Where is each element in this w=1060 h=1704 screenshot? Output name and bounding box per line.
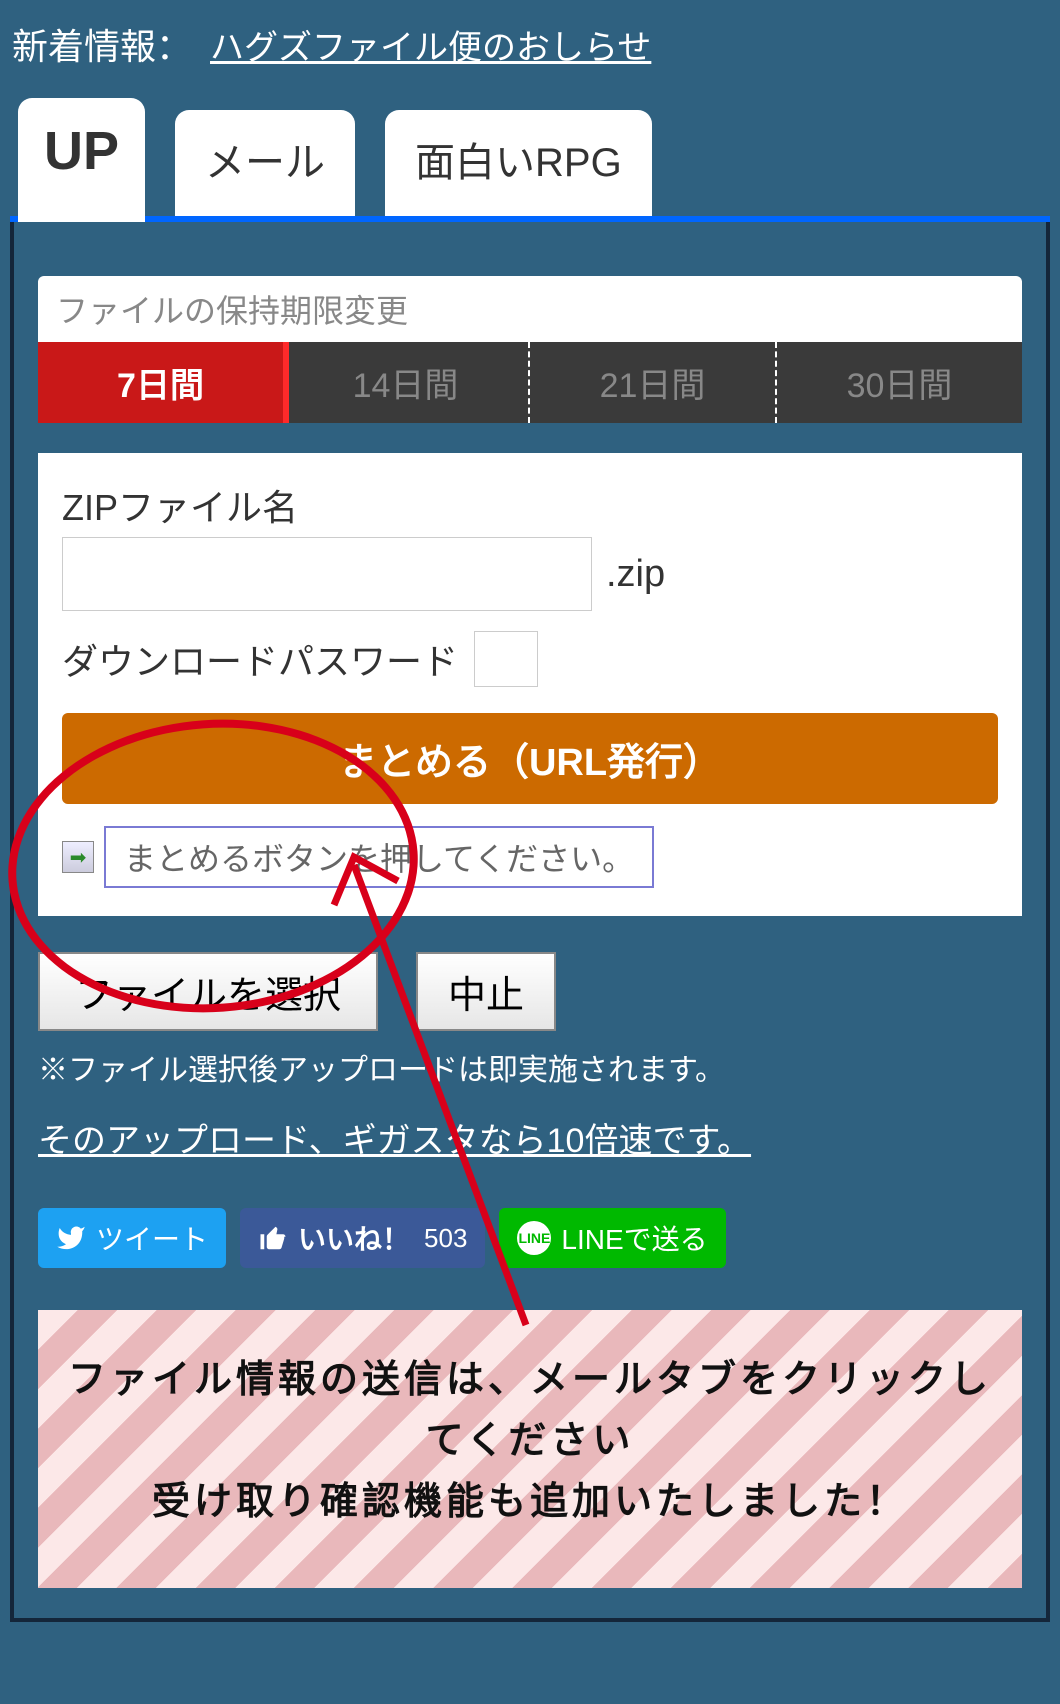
cancel-button[interactable]: 中止 [416,952,556,1031]
main-tabs: UP メール 面白いRPG [0,70,1060,216]
retention-14d[interactable]: 14日間 [283,342,528,423]
hint-text: まとめるボタンを押してください。 [104,826,654,888]
tweet-label: ツイート [96,1218,208,1258]
bundle-button[interactable]: まとめる（URL発行） [62,713,998,804]
line-send-button[interactable]: LINE LINEで送る [499,1208,725,1268]
retention-21d[interactable]: 21日間 [528,342,775,423]
info-line-1: ファイル情報の送信は、メールタブをクリックしてください [56,1350,1004,1472]
select-file-button[interactable]: ファイルを選択 [38,952,378,1031]
like-button[interactable]: いいね！ 503 [240,1208,485,1268]
tab-rpg[interactable]: 面白いRPG [385,110,652,216]
zip-name-input[interactable] [62,537,592,611]
zip-label: ZIPファイル名 [62,479,998,531]
arrow-right-icon: ➡ [62,841,94,873]
speed-link[interactable]: そのアップロード、ギガスタなら10倍速です。 [38,1113,751,1162]
password-label: ダウンロードパスワード [62,633,458,685]
retention-tabs: 7日間 14日間 21日間 30日間 [38,342,1022,423]
retention-7d[interactable]: 7日間 [38,342,283,423]
news-link[interactable]: ハグズファイル便のおしらせ [210,20,651,69]
like-count: 503 [424,1223,467,1254]
upload-note: ※ファイル選択後アップロードは即実施されます。 [38,1045,1022,1089]
twitter-icon [56,1223,86,1253]
news-header: 新着情報： ハグズファイル便のおしらせ [0,0,1060,70]
upload-panel: ファイルの保持期限変更 7日間 14日間 21日間 30日間 ZIPファイル名 … [10,222,1050,1622]
info-line-2: 受け取り確認機能も追加いたしました！ [56,1472,1004,1533]
password-input[interactable] [474,631,538,687]
retention-title: ファイルの保持期限変更 [38,276,1022,342]
tab-up[interactable]: UP [18,98,145,222]
social-row: ツイート いいね！ 503 LINE LINEで送る [38,1208,1022,1268]
zip-suffix: .zip [606,553,665,596]
news-label: 新着情報： [12,18,192,70]
info-banner: ファイル情報の送信は、メールタブをクリックしてください 受け取り確認機能も追加い… [38,1310,1022,1588]
like-label: いいね！ [298,1218,410,1258]
retention-30d[interactable]: 30日間 [775,342,1022,423]
line-label: LINEで送る [561,1218,707,1258]
line-icon: LINE [517,1221,551,1255]
tweet-button[interactable]: ツイート [38,1208,226,1268]
thumbs-up-icon [258,1223,288,1253]
form-box: ZIPファイル名 .zip ダウンロードパスワード まとめる（URL発行） ➡ … [38,453,1022,916]
tab-mail[interactable]: メール [175,110,355,216]
